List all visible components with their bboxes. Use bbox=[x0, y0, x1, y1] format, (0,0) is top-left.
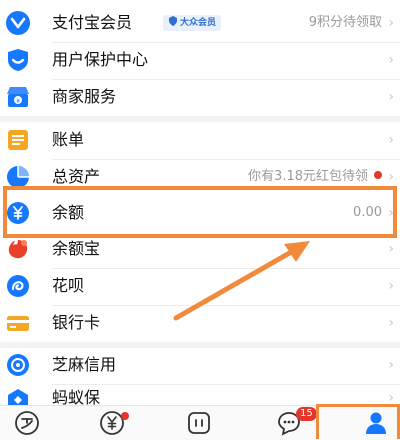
menu-item-bankcard[interactable]: 银行卡 › bbox=[0, 304, 400, 342]
menu-item-label: 账单 bbox=[52, 130, 85, 149]
menu-item-merchant[interactable]: ¥ 商家服务 › bbox=[0, 78, 400, 116]
sesame-icon bbox=[5, 352, 31, 378]
menu-item-bill[interactable]: 账单 › bbox=[0, 121, 400, 159]
yuebao-icon bbox=[5, 236, 31, 262]
menu-item-yuebao[interactable]: 余额宝 › bbox=[0, 230, 400, 268]
menu-item-label: 商家服务 bbox=[52, 87, 117, 106]
notification-dot bbox=[374, 171, 382, 179]
menu-item-label: 蚂蚁保 bbox=[52, 388, 101, 405]
store-icon: ¥ bbox=[5, 84, 31, 110]
menu-item-label: 花呗 bbox=[52, 276, 85, 295]
menu-item-label: 支付宝会员 bbox=[52, 13, 133, 32]
menu-item-protection[interactable]: 用户保护中心 › bbox=[0, 41, 400, 79]
menu-item-label: 用户保护中心 bbox=[52, 50, 149, 69]
chevron-right-icon: › bbox=[388, 132, 394, 148]
chevron-right-icon: › bbox=[388, 52, 394, 68]
member-points-text: 9积分待领取 bbox=[308, 15, 382, 30]
koubei-tab-icon[interactable] bbox=[186, 410, 212, 436]
bankcard-icon bbox=[5, 310, 31, 336]
huabei-icon bbox=[5, 273, 31, 299]
member-icon bbox=[5, 10, 31, 36]
chevron-right-icon: › bbox=[388, 15, 394, 31]
menu-item-huabei[interactable]: 花呗 › bbox=[0, 267, 400, 305]
message-count-badge: 15 bbox=[296, 407, 317, 421]
svg-text:¥: ¥ bbox=[16, 98, 20, 105]
chevron-right-icon: › bbox=[388, 278, 394, 294]
menu-item-label: 芝麻信用 bbox=[52, 355, 117, 374]
menu-item-label: 银行卡 bbox=[52, 313, 101, 332]
chevron-right-icon: › bbox=[388, 241, 394, 257]
chevron-right-icon: › bbox=[388, 89, 394, 105]
chevron-right-icon: › bbox=[388, 357, 394, 373]
insurance-icon bbox=[5, 387, 31, 405]
member-level-badge: 大众会员 bbox=[163, 15, 222, 31]
chevron-right-icon: › bbox=[388, 390, 394, 405]
menu-item-insurance[interactable]: 蚂蚁保 › bbox=[0, 383, 400, 405]
bill-icon bbox=[5, 127, 31, 153]
chevron-right-icon: › bbox=[388, 315, 394, 331]
menu-item-sesame[interactable]: 芝麻信用 › bbox=[0, 346, 400, 384]
home-tab-icon[interactable] bbox=[14, 410, 40, 436]
wealth-notification-dot bbox=[121, 412, 129, 420]
menu-item-label: 余额宝 bbox=[52, 239, 101, 258]
menu-item-member[interactable]: 支付宝会员 大众会员 9积分待领取 › bbox=[0, 4, 400, 42]
mine-tab-highlight bbox=[316, 404, 400, 439]
shield-icon bbox=[5, 47, 31, 73]
